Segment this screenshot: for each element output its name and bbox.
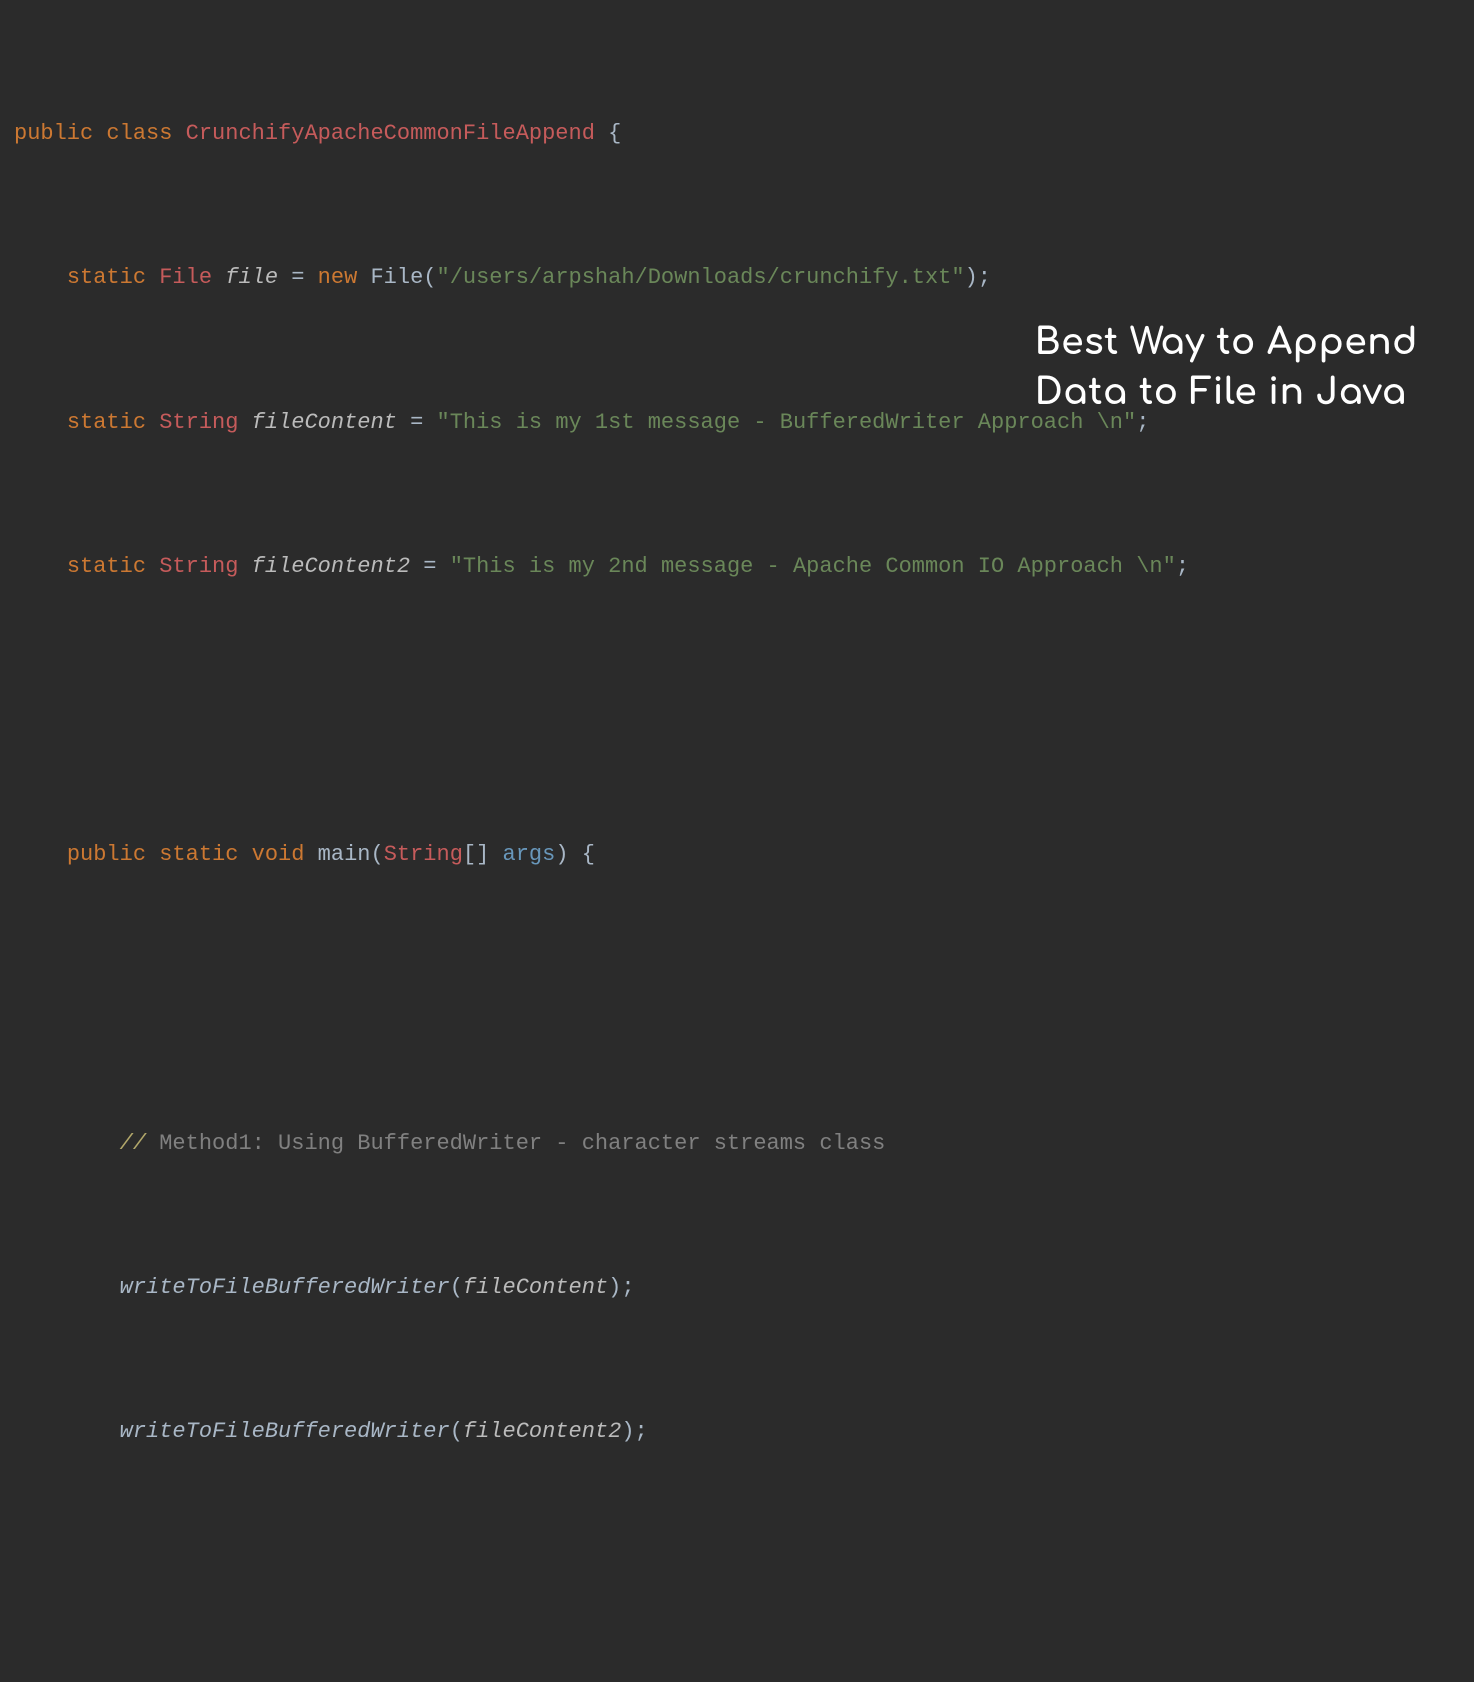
code-line: static String fileContent2 = "This is my… xyxy=(14,549,1474,585)
paren-close: ); xyxy=(608,1275,634,1300)
keyword-public: public xyxy=(67,842,146,867)
arg-filecontent: fileContent xyxy=(463,1275,608,1300)
overlay-line2: Data to File in Java xyxy=(1035,368,1418,418)
overlay-line1: Best Way to Append xyxy=(1035,318,1418,368)
paren-open: ( xyxy=(370,842,383,867)
paren-close: ); xyxy=(621,1419,647,1444)
type-string: String xyxy=(159,410,238,435)
equals: = xyxy=(291,265,304,290)
code-line: writeToFileBufferedWriter(fileContent2); xyxy=(14,1414,1474,1450)
keyword-new: new xyxy=(318,265,358,290)
code-line: public class CrunchifyApacheCommonFileAp… xyxy=(14,116,1474,152)
keyword-public: public xyxy=(14,121,93,146)
code-editor[interactable]: public class CrunchifyApacheCommonFileAp… xyxy=(0,0,1474,1682)
keyword-static: static xyxy=(159,842,238,867)
blank-line xyxy=(14,1559,1474,1595)
paren-open: ( xyxy=(450,1275,463,1300)
string-literal: "This is my 2nd message - Apache Common … xyxy=(450,554,1176,579)
method-call: writeToFileBufferedWriter xyxy=(120,1419,450,1444)
paren-open: ( xyxy=(450,1419,463,1444)
equals: = xyxy=(410,410,423,435)
code-line: static File file = new File("/users/arps… xyxy=(14,260,1474,296)
overlay-title: Best Way to Append Data to File in Java xyxy=(1035,318,1418,419)
semicolon: ; xyxy=(1176,554,1189,579)
brace-open: { xyxy=(582,842,595,867)
string-literal: "This is my 1st message - BufferedWriter… xyxy=(437,410,1137,435)
method-main: main xyxy=(318,842,371,867)
method-call: writeToFileBufferedWriter xyxy=(120,1275,450,1300)
type-string: String xyxy=(384,842,463,867)
keyword-class: class xyxy=(106,121,172,146)
brackets: [] xyxy=(463,842,489,867)
class-name: CrunchifyApacheCommonFileAppend xyxy=(186,121,595,146)
brace-open: { xyxy=(608,121,621,146)
arg-filecontent2: fileContent2 xyxy=(463,1419,621,1444)
paren-close: ) xyxy=(555,842,568,867)
field-filecontent2: fileContent2 xyxy=(252,554,410,579)
keyword-static: static xyxy=(67,410,146,435)
keyword-static: static xyxy=(67,554,146,579)
blank-line xyxy=(14,982,1474,1018)
comment-slashes: // xyxy=(120,1131,146,1156)
string-literal: "/users/arpshah/Downloads/crunchify.txt" xyxy=(437,265,965,290)
code-line: public static void main(String[] args) { xyxy=(14,837,1474,873)
keyword-static: static xyxy=(67,265,146,290)
equals: = xyxy=(423,554,436,579)
constructor: File xyxy=(370,265,423,290)
keyword-void: void xyxy=(252,842,305,867)
comment-text: Method1: Using BufferedWriter - characte… xyxy=(146,1131,885,1156)
type-string: String xyxy=(159,554,238,579)
blank-line xyxy=(14,693,1474,729)
paren-open: ( xyxy=(423,265,436,290)
paren-close: ); xyxy=(965,265,991,290)
code-line: // Method1: Using BufferedWriter - chara… xyxy=(14,1126,1474,1162)
code-line: writeToFileBufferedWriter(fileContent); xyxy=(14,1270,1474,1306)
type-file: File xyxy=(159,265,212,290)
param-args: args xyxy=(503,842,556,867)
field-filecontent: fileContent xyxy=(252,410,397,435)
field-file: file xyxy=(225,265,278,290)
